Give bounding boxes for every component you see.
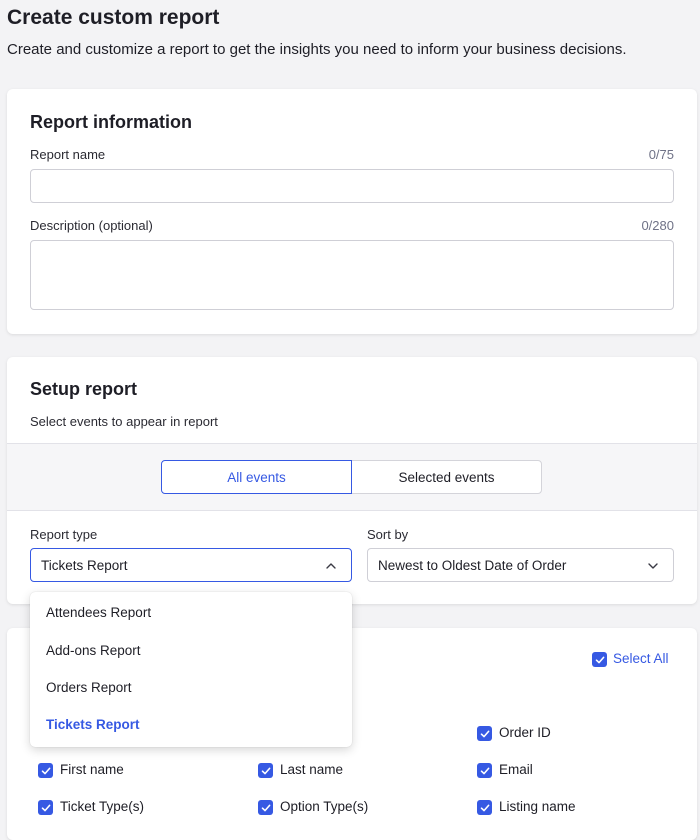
segment-all-events[interactable]: All events	[161, 460, 352, 494]
chevron-down-icon	[648, 563, 658, 569]
checkmark-icon	[480, 730, 489, 737]
option-tickets-report[interactable]: Tickets Report	[46, 717, 140, 732]
field-label-email: Email	[499, 762, 533, 777]
setup-report-card: Setup report Select events to appear in …	[7, 357, 697, 604]
checkmark-icon	[595, 656, 604, 663]
description-label: Description (optional)	[30, 218, 153, 233]
report-information-title: Report information	[30, 112, 192, 132]
report-type-select[interactable]: Tickets Report	[30, 548, 352, 582]
description-textarea[interactable]	[30, 240, 674, 310]
setup-report-title: Setup report	[30, 379, 138, 399]
field-checkbox-email[interactable]	[477, 763, 492, 778]
checkmark-icon	[261, 767, 270, 774]
field-checkbox-last-name[interactable]	[258, 763, 273, 778]
report-information-card: Report information Report name 0/75 Desc…	[7, 89, 697, 334]
report-type-value: Tickets Report	[41, 557, 128, 573]
select-all-checkbox[interactable]	[592, 652, 607, 667]
field-checkbox-option-types[interactable]	[258, 800, 273, 815]
report-type-dropdown: Attendees Report Add-ons Report Orders R…	[30, 592, 352, 747]
report-name-input[interactable]	[30, 169, 674, 203]
checkmark-icon	[480, 804, 489, 811]
description-counter: 0/280	[641, 218, 674, 233]
report-name-counter: 0/75	[648, 147, 674, 162]
field-label-ticket-types: Ticket Type(s)	[60, 799, 145, 814]
report-type-label: Report type	[30, 527, 98, 542]
segment-selected-events[interactable]: Selected events	[351, 460, 542, 494]
field-label-option-types: Option Type(s)	[280, 799, 369, 814]
option-add-ons-report[interactable]: Add-ons Report	[46, 643, 141, 658]
report-name-label: Report name	[30, 147, 106, 162]
option-attendees-report[interactable]: Attendees Report	[46, 605, 151, 620]
checkmark-icon	[480, 767, 489, 774]
sort-by-value: Newest to Oldest Date of Order	[378, 557, 567, 573]
select-all-link[interactable]: Select All	[613, 651, 669, 666]
sort-by-select[interactable]: Newest to Oldest Date of Order	[367, 548, 674, 582]
field-label-listing-name: Listing name	[499, 799, 576, 814]
field-checkbox-ticket-types[interactable]	[38, 800, 53, 815]
field-checkbox-listing-name[interactable]	[477, 800, 492, 815]
page-title: Create custom report	[7, 6, 220, 29]
field-label-first-name: First name	[60, 762, 124, 777]
checkmark-icon	[41, 767, 50, 774]
option-orders-report[interactable]: Orders Report	[46, 680, 132, 695]
field-label-last-name: Last name	[280, 762, 344, 777]
checkmark-icon	[261, 804, 270, 811]
field-checkbox-order-id[interactable]	[477, 726, 492, 741]
events-instruction: Select events to appear in report	[30, 414, 218, 429]
field-label-order-id: Order ID	[499, 725, 551, 740]
field-checkbox-first-name[interactable]	[38, 763, 53, 778]
page-subtitle: Create and customize a report to get the…	[7, 41, 627, 58]
chevron-up-icon	[326, 563, 336, 569]
event-scope-band: All events Selected events	[7, 443, 697, 511]
sort-by-label: Sort by	[367, 527, 409, 542]
checkmark-icon	[41, 804, 50, 811]
